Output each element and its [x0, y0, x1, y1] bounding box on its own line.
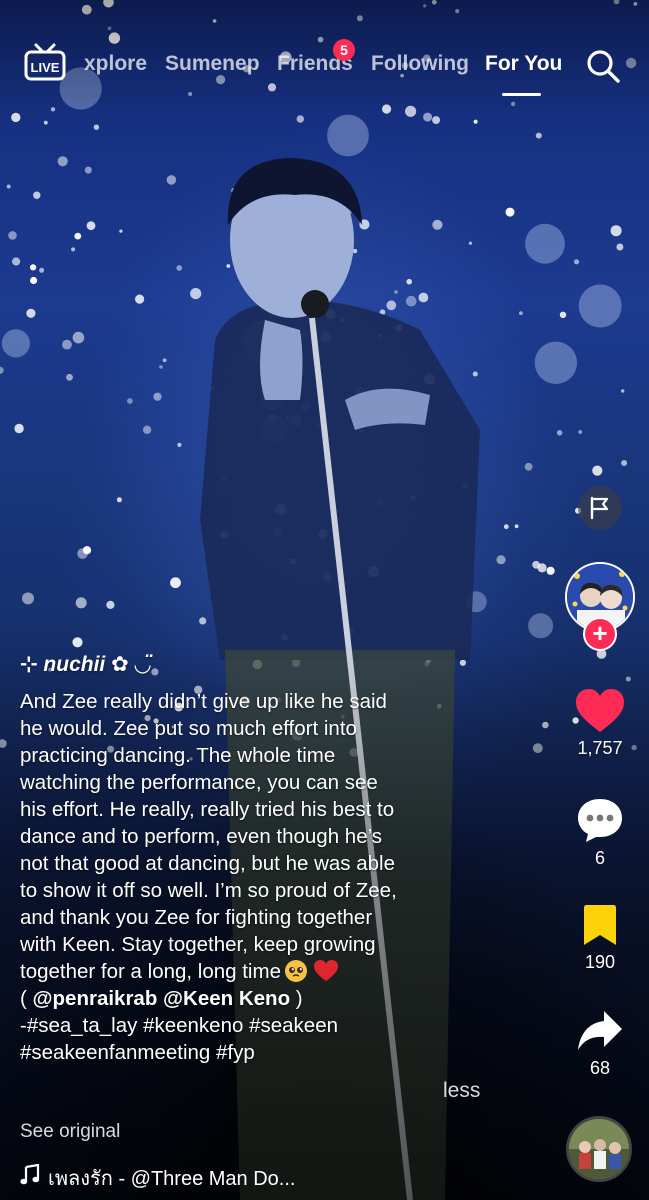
search-icon[interactable]	[585, 48, 621, 84]
live-label: LIVE	[31, 60, 60, 75]
caption-line: not that good at dancing, but he was abl…	[20, 852, 395, 875]
music-info[interactable]: เพลงรัก - @Three Man Do...	[20, 1162, 540, 1190]
mention-links[interactable]: @penraikrab @Keen Keno	[33, 987, 291, 1010]
music-note-icon	[20, 1164, 40, 1185]
tab-for-you[interactable]: For You	[485, 52, 562, 76]
music-disc[interactable]	[566, 1116, 632, 1182]
tab-sumenep[interactable]: Sumenep	[165, 52, 260, 76]
caption-line: practicing dancing. The whole time	[20, 744, 336, 767]
collapse-caption-link[interactable]: less	[443, 1079, 480, 1103]
live-tv-icon[interactable]: LIVE	[24, 42, 66, 82]
comment-count: 6	[594, 848, 605, 868]
favorite-count: 190	[584, 952, 616, 972]
active-tab-indicator	[502, 93, 541, 96]
tab-following[interactable]: Following	[371, 52, 469, 76]
like-count: 1,757	[577, 738, 623, 758]
caption-line: with Keen. Stay together, keep growing	[20, 933, 376, 956]
heart-icon	[576, 689, 624, 732]
caption-line: dance and to perform, even though he’s	[20, 825, 383, 848]
follow-plus-button[interactable]: +	[583, 617, 617, 651]
pleading-face-emoji-icon	[284, 960, 307, 982]
top-navigation: LIVE xplore Sumenep Friends 5 Following …	[0, 38, 649, 98]
share-count: 68	[589, 1058, 611, 1078]
caption-line: watching the performance, you can see	[20, 771, 378, 794]
share-arrow-icon	[578, 1011, 622, 1050]
caption-line-with-emoji: together for a long, long time	[20, 958, 540, 985]
music-cover-image	[569, 1119, 629, 1179]
caption-line: his effort. He really, really tried his …	[20, 798, 395, 821]
caption-line: he would. Zee put so much effort into	[20, 717, 357, 740]
bookmark-icon	[584, 905, 616, 945]
caption-line: to show it off so well. I’m so proud of …	[20, 879, 397, 902]
creator-username[interactable]: ⊹ nuchii ✿ ◡̈	[20, 652, 151, 677]
caption-line: And Zee really didn’t give up like he sa…	[20, 690, 387, 713]
post-caption: And Zee really didn’t give up like he sa…	[20, 688, 540, 1066]
share-button[interactable]: 68	[560, 1008, 640, 1079]
hashtag-line[interactable]: #seakeenfanmeeting #fyp	[20, 1039, 540, 1066]
comment-button[interactable]: 6	[560, 796, 640, 869]
caption-line: and thank you Zee for fighting together	[20, 906, 373, 929]
caption-mentions-line: ( @penraikrab @Keen Keno )	[20, 985, 540, 1012]
see-original-link[interactable]: See original	[20, 1121, 120, 1143]
mentions-close: )	[290, 987, 303, 1010]
mentions-open: (	[20, 987, 33, 1010]
favorite-button[interactable]: 190	[560, 902, 640, 973]
music-title: เพลงรัก - @Three Man Do...	[48, 1168, 296, 1190]
tab-explore[interactable]: xplore	[84, 52, 147, 76]
comment-bubble-icon	[578, 799, 622, 842]
hashtag-line[interactable]: -#sea_ta_lay #keenkeno #seakeen	[20, 1012, 540, 1039]
caption-line: together for a long, long time	[20, 960, 281, 983]
like-button[interactable]: 1,757	[560, 688, 640, 759]
friends-notification-badge: 5	[333, 39, 355, 61]
report-flag-button[interactable]	[578, 486, 622, 530]
red-heart-emoji-icon	[313, 960, 338, 981]
flag-icon	[590, 496, 609, 520]
